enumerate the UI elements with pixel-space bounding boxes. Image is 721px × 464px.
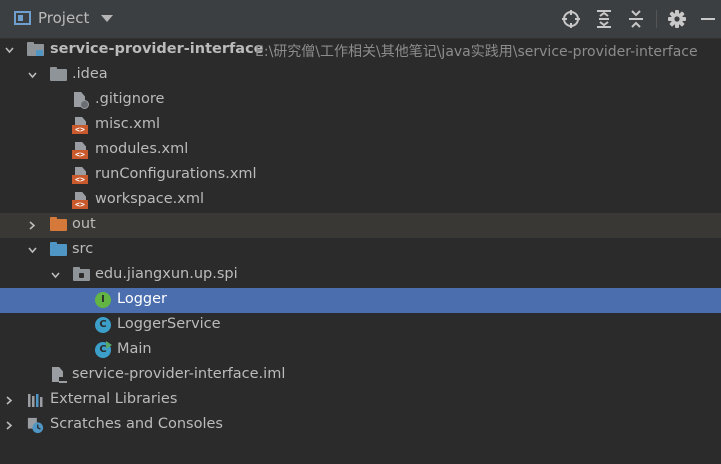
chevron-right-icon[interactable] <box>5 396 14 405</box>
project-tool-window-header: Project <box>0 0 721 39</box>
ignore-file-icon <box>74 92 91 109</box>
expand-all-icon[interactable] <box>594 9 614 29</box>
module-folder-icon <box>27 42 44 59</box>
tree-item-label: Scratches and Consoles <box>50 416 223 432</box>
tree-row-gitignore[interactable]: .gitignore <box>0 88 721 113</box>
tree-row-idea[interactable]: .idea <box>0 63 721 88</box>
folder-icon <box>50 67 67 84</box>
library-icon <box>28 394 43 407</box>
locate-icon[interactable] <box>561 9 581 29</box>
package-icon <box>73 267 90 284</box>
tree-item-label: src <box>72 241 94 257</box>
chevron-down-icon[interactable] <box>28 246 37 255</box>
tree-item-label: LoggerService <box>117 316 221 332</box>
source-folder-icon <box>50 242 67 259</box>
chevron-down-icon[interactable] <box>5 46 14 55</box>
tree-row-iml[interactable]: service-provider-interface.iml <box>0 363 721 388</box>
module-file-icon <box>52 367 69 384</box>
tree-item-label: Logger <box>117 291 167 307</box>
tree-item-label: workspace.xml <box>95 191 204 207</box>
tree-item-label: edu.jiangxun.up.spi <box>95 266 238 282</box>
tree-item-label: misc.xml <box>95 116 161 132</box>
tree-row-loggerservice[interactable]: C LoggerService <box>0 313 721 338</box>
panel-title: Project <box>38 9 90 27</box>
tree-row-misc-xml[interactable]: <> misc.xml <box>0 113 721 138</box>
tree-row-scratches[interactable]: Scratches and Consoles <box>0 413 721 438</box>
collapse-all-icon[interactable] <box>626 9 646 29</box>
dropdown-icon[interactable] <box>101 14 114 22</box>
tree-row-workspace-xml[interactable]: <> workspace.xml <box>0 188 721 213</box>
tree-item-label: .gitignore <box>95 91 165 107</box>
project-view-selector[interactable]: Project <box>14 9 114 27</box>
chevron-right-icon[interactable] <box>5 421 14 430</box>
tree-row-logger[interactable]: I Logger <box>0 288 721 313</box>
xml-file-icon: <> <box>72 117 89 134</box>
tree-item-label: service-provider-interface.iml <box>72 366 286 382</box>
tree-row-runconfigurations-xml[interactable]: <> runConfigurations.xml <box>0 163 721 188</box>
scratches-icon <box>27 417 44 434</box>
tree-item-label: modules.xml <box>95 141 189 157</box>
hide-icon[interactable] <box>697 9 719 29</box>
tree-item-label: External Libraries <box>50 391 178 407</box>
xml-file-icon: <> <box>72 167 89 184</box>
runnable-class-icon: C <box>95 341 112 359</box>
tree-item-label: runConfigurations.xml <box>95 166 257 182</box>
class-icon: C <box>95 317 112 334</box>
chevron-right-icon[interactable] <box>28 221 37 230</box>
xml-file-icon: <> <box>72 142 89 159</box>
tree-row-src[interactable]: src <box>0 238 721 263</box>
tree-item-label: service-provider-interface <box>50 41 264 57</box>
tree-item-label: out <box>72 216 96 232</box>
tree-row-modules-xml[interactable]: <> modules.xml <box>0 138 721 163</box>
excluded-folder-icon <box>50 217 67 234</box>
tree-row-out[interactable]: out <box>0 213 721 238</box>
tree-row-root[interactable]: service-provider-interface E:\研究僧\工作相关\其… <box>0 38 721 63</box>
toolbar-separator <box>656 10 657 28</box>
module-path: E:\研究僧\工作相关\其他笔记\java实践用\service-provide… <box>255 44 698 60</box>
tree-row-main[interactable]: C Main <box>0 338 721 363</box>
chevron-down-icon[interactable] <box>51 271 60 280</box>
xml-file-icon: <> <box>72 192 89 209</box>
tree-row-external-libraries[interactable]: External Libraries <box>0 388 721 413</box>
interface-icon: I <box>95 292 112 309</box>
tree-item-label: Main <box>117 341 152 357</box>
chevron-down-icon[interactable] <box>28 71 37 80</box>
tree-row-package[interactable]: edu.jiangxun.up.spi <box>0 263 721 288</box>
project-panel-icon <box>14 11 31 25</box>
gear-icon[interactable] <box>667 9 687 29</box>
tree-item-label: .idea <box>72 66 108 82</box>
